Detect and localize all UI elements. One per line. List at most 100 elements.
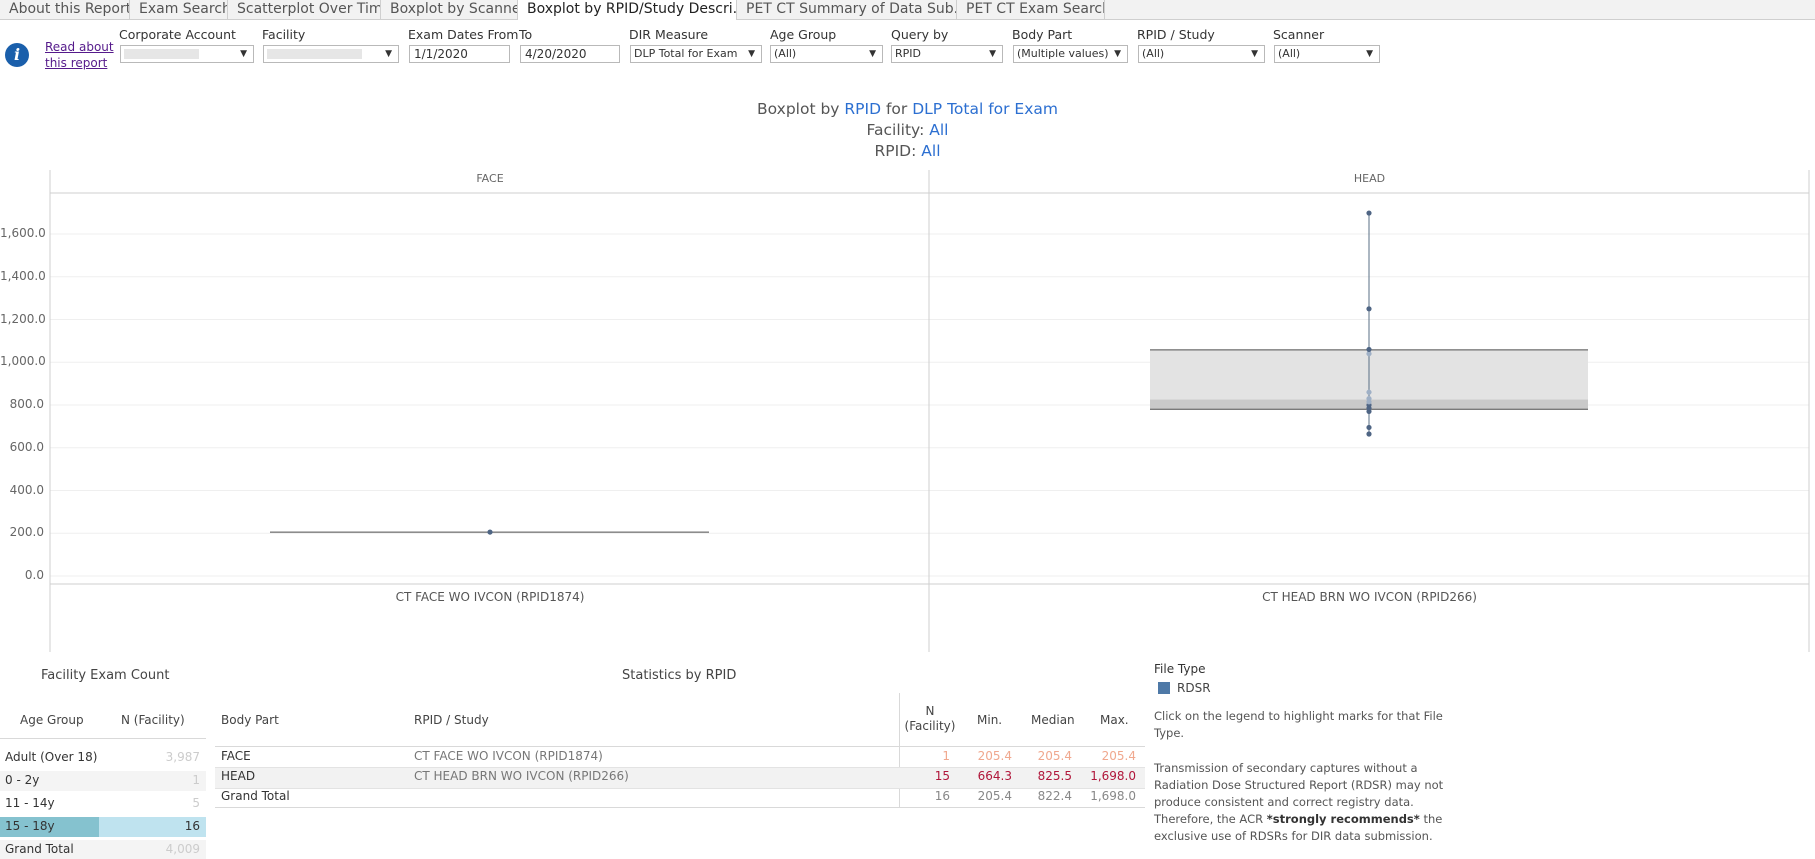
body-part-cell: HEAD [221,769,256,783]
min-cell: 664.3 [977,769,1012,783]
n-cell: 5 [192,796,200,810]
tab-boxplot-by-rpid[interactable]: Boxplot by RPID/Study Descri... [518,0,737,20]
median-cell: 205.4 [1037,749,1072,763]
n-cell: 3,987 [165,750,200,764]
data-point [487,529,493,535]
data-point [1366,424,1372,431]
n-cell: 1 [942,749,950,763]
chart-subtitle-rpid: RPID: All [874,142,941,160]
read-about-report-link[interactable]: Read about this report [45,39,120,71]
category-label-face: CT FACE WO IVCON (RPID1874) [395,590,585,604]
query-by-dropdown[interactable]: RPID ▼ [891,45,1003,63]
chevron-down-icon: ▼ [1114,49,1121,59]
data-point [1366,395,1372,402]
max-cell: 1,698.0 [1090,769,1136,783]
age-group-cell: 0 - 2y [5,773,40,787]
tab-about-report[interactable]: About this Report [0,0,130,19]
tab-exam-search[interactable]: Exam Search [130,0,228,19]
facility-exam-count-title: Facility Exam Count [41,668,170,683]
dir-measure-label: DIR Measure [629,27,709,42]
n-cell: 16 [934,789,950,803]
query-by-label: Query by [891,27,949,42]
median-cell: 822.4 [1037,789,1072,803]
redacted-value [124,49,199,59]
facility-count-row[interactable]: 11 - 14y 5 [0,794,206,814]
statistics-by-rpid-title: Statistics by RPID [622,668,737,683]
tab-bar: About this Report Exam Search Scatterplo… [0,0,1815,20]
tab-boxplot-by-scanner[interactable]: Boxplot by Scanner [381,0,518,19]
max-cell: 205.4 [1101,749,1136,763]
age-group-cell: Grand Total [5,842,74,856]
scanner-dropdown[interactable]: (All) ▼ [1274,45,1380,63]
dir-measure-dropdown[interactable]: DLP Total for Exam ▼ [630,45,762,63]
rpid-study-dropdown[interactable]: (All) ▼ [1138,45,1265,63]
category-label-head: CT HEAD BRN WO IVCON (RPID266) [1262,590,1477,604]
facility-count-row[interactable]: Adult (Over 18) 3,987 [0,748,206,768]
legend-title: File Type [1154,662,1206,676]
n-cell: 1 [192,773,200,787]
min-cell: 205.4 [977,749,1012,763]
data-point [1366,306,1372,312]
n-facility-header: N (Facility) [121,713,185,727]
tab-pet-ct-summary[interactable]: PET CT Summary of Data Sub... [737,0,957,19]
stats-row[interactable]: HEAD CT HEAD BRN WO IVCON (RPID266) 15 6… [215,767,1145,789]
legend-swatch [1158,682,1170,694]
rdsr-notice: Transmission of secondary captures witho… [1154,761,1444,843]
facility-count-row[interactable]: 0 - 2y 1 [0,771,206,791]
legend-item-rdsr[interactable]: RDSR [1158,681,1238,696]
info-icon[interactable]: i [5,43,29,67]
chevron-down-icon: ▼ [748,49,755,59]
n-cell: 4,009 [165,842,200,856]
chevron-down-icon: ▼ [1366,49,1373,59]
chevron-down-icon: ▼ [869,49,876,59]
exam-dates-to-input[interactable]: 4/20/2020 [520,45,620,63]
stats-row[interactable]: Grand Total 16 205.4 822.4 1,698.0 [215,788,1145,808]
corporate-account-label: Corporate Account [119,27,236,42]
divider [215,746,1145,747]
age-group-cell: 11 - 14y [5,796,55,810]
age-group-label: Age Group [770,27,837,42]
data-point [1366,346,1372,353]
chart-subtitle-facility: Facility: All [866,121,949,139]
rpid-study-label: RPID / Study [1137,27,1215,42]
facility-count-row[interactable]: 15 - 18y 16 [0,817,206,837]
scanner-label: Scanner [1273,27,1325,42]
median-cell: 825.5 [1037,769,1072,783]
n-cell: 15 [934,769,950,783]
tab-scatterplot-over-time[interactable]: Scatterplot Over Time [228,0,381,19]
max-cell: 1,698.0 [1090,789,1136,803]
body-part-header: Body Part [221,713,279,727]
facility-dropdown[interactable]: ▼ [263,45,399,63]
data-point [1366,431,1372,437]
body-part-dropdown[interactable]: (Multiple values) ▼ [1013,45,1128,63]
chevron-down-icon: ▼ [385,49,392,59]
chevron-down-icon: ▼ [240,49,247,59]
query-by-highlight: RPID [844,100,882,118]
stats-row[interactable]: FACE CT FACE WO IVCON (RPID1874) 1 205.4… [215,748,1145,767]
facility-count-row[interactable]: Grand Total 4,009 [0,840,206,859]
age-group-cell: Adult (Over 18) [5,750,98,764]
body-part-cell: Grand Total [221,789,290,803]
median-header: Median [1031,713,1075,727]
exam-dates-from-input[interactable]: 1/1/2020 [409,45,510,63]
body-part-label: Body Part [1012,27,1073,42]
chevron-down-icon: ▼ [989,49,996,59]
n-cell: 16 [184,819,200,833]
rpid-study-header: RPID / Study [414,713,489,727]
tab-pet-ct-exam-search[interactable]: PET CT Exam Search [957,0,1105,19]
legend-help-text: Click on the legend to highlight marks f… [1154,709,1443,740]
corporate-account-dropdown[interactable]: ▼ [120,45,254,63]
age-group-cell: 15 - 18y [5,819,55,833]
rpid-cell: CT HEAD BRN WO IVCON (RPID266) [414,769,629,783]
chevron-down-icon: ▼ [1251,49,1258,59]
exam-dates-from-label: Exam Dates From [408,27,519,42]
redacted-value [267,49,362,59]
n-facility-header: N (Facility) [904,704,956,733]
age-group-dropdown[interactable]: (All) ▼ [770,45,883,63]
rpid-cell: CT FACE WO IVCON (RPID1874) [414,749,603,763]
boxplot-chart [49,170,1810,652]
data-point [1366,389,1372,395]
chart-title: Boxplot by RPID for DLP Total for Exam [757,100,1058,118]
divider [0,738,206,739]
measure-highlight: DLP Total for Exam [912,100,1058,118]
